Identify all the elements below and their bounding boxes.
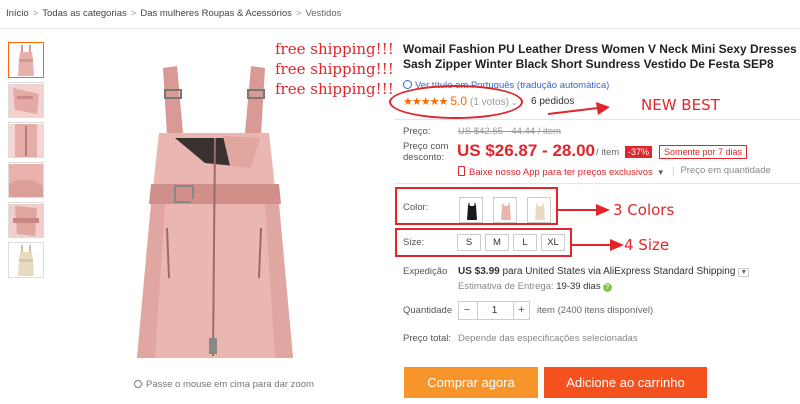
color-label: Color:	[403, 202, 429, 213]
app-promo-link[interactable]: Baixe nosso App para ter preços exclusiv…	[458, 165, 665, 178]
delivery-label: Estimativa de Entrega:	[458, 281, 554, 292]
quantity-decrease-button[interactable]: −	[459, 302, 475, 319]
quantity-increase-button[interactable]: +	[513, 302, 529, 319]
breadcrumb-all-categories[interactable]: Todas as categorias	[42, 8, 127, 19]
thumbnail-3[interactable]	[8, 122, 44, 158]
size-option-m[interactable]: M	[485, 234, 509, 251]
delivery-days: 19-39 dias	[556, 281, 601, 292]
phone-icon	[458, 166, 465, 176]
size-option-s[interactable]: S	[457, 234, 481, 251]
bulk-price-link[interactable]: | Preço em quantidade	[672, 165, 771, 176]
globe-icon	[403, 80, 412, 89]
pink-dress-icon	[501, 202, 511, 220]
caret-down-icon: ▼	[656, 168, 665, 177]
pipe-separator: |	[672, 165, 675, 176]
thumbnail-4[interactable]	[8, 162, 44, 198]
breadcrumb-dresses[interactable]: Vestidos	[305, 8, 341, 19]
new-best-annotation: NEW BEST	[641, 96, 720, 114]
breadcrumb: Início > Todas as categorias > Das mulheres …	[6, 8, 341, 22]
help-icon[interactable]: ?	[602, 283, 612, 292]
size-option-xl[interactable]: XL	[541, 234, 565, 251]
dress-zipper-thumbnail-image	[9, 124, 43, 157]
shipping-cost: US $3.99	[458, 266, 500, 277]
discount-price: US $26.87 - 28.00	[457, 141, 595, 160]
product-title: Womail Fashion PU Leather Dress Women V …	[403, 42, 797, 71]
color-swatch-black[interactable]	[459, 197, 483, 223]
discount-price-label-line1: Preço com	[403, 141, 449, 152]
beige-dress-thumbnail-image	[18, 245, 34, 276]
section-divider	[395, 183, 800, 184]
quantity-input[interactable]: 1	[477, 302, 511, 319]
rating-highlight-oval	[389, 85, 523, 119]
shipping-dropdown-icon[interactable]: ▼	[738, 268, 750, 277]
delivery-estimate: Estimativa de Entrega: 19-39 dias?	[458, 281, 612, 292]
colors-arrow	[558, 204, 610, 216]
free-shipping-annotation-2: free shipping!!!	[275, 60, 394, 78]
magnifier-icon	[134, 380, 142, 388]
color-swatch-beige[interactable]	[527, 197, 551, 223]
free-shipping-annotation-3: free shipping!!!	[275, 80, 394, 98]
breadcrumb-separator: >	[130, 8, 137, 19]
add-to-cart-button[interactable]: Adicione ao carrinho	[544, 367, 707, 398]
buy-now-button[interactable]: Comprar agora	[404, 367, 538, 398]
total-price-label: Preço total:	[403, 333, 452, 344]
black-dress-icon	[467, 202, 477, 220]
shipping-info: US $3.99 para United States via AliExpre…	[458, 266, 750, 277]
discount-price-label-line2: desconto:	[403, 152, 445, 163]
shipping-destination: United States via AliExpress Standard Sh…	[525, 266, 736, 277]
thumbnail-6[interactable]	[8, 242, 44, 278]
breadcrumb-divider	[0, 28, 800, 29]
beige-dress-icon	[535, 202, 545, 220]
zoom-hint: Passe o mouse em cima para dar zoom	[134, 379, 314, 390]
discount-badge: -37%	[625, 146, 653, 158]
breadcrumb-separator: >	[32, 8, 39, 19]
colors-annotation: 3 Colors	[613, 201, 675, 219]
per-item-unit: / item	[596, 147, 620, 158]
quantity-stepper: − 1 +	[458, 301, 530, 320]
shipping-label: Expedição	[403, 266, 448, 277]
free-shipping-annotation-1: free shipping!!!	[275, 40, 394, 58]
size-option-l[interactable]: L	[513, 234, 537, 251]
new-best-arrow	[548, 102, 610, 115]
dress-belt-thumbnail-image	[9, 204, 43, 237]
breadcrumb-women-clothing[interactable]: Das mulheres Roupas & Acessórios	[140, 8, 292, 19]
size-label: Size:	[403, 237, 425, 248]
color-swatch-pink[interactable]	[493, 197, 517, 223]
thumbnail-2[interactable]	[8, 82, 44, 118]
total-price-note: Depende das especificações selecionadas	[458, 333, 638, 344]
shipping-to: para	[499, 266, 526, 277]
section-divider	[395, 119, 800, 120]
original-price: US $42.65 - 44.44 / item	[458, 126, 561, 137]
quantity-available: item (2400 itens disponível)	[537, 305, 654, 316]
bulk-price-text: Preço em quantidade	[680, 165, 771, 176]
zoom-hint-text: Passe o mouse em cima para dar zoom	[146, 379, 314, 390]
breadcrumb-home[interactable]: Início	[6, 8, 29, 19]
dress-detail-thumbnail-image	[9, 84, 43, 117]
thumbnail-list	[8, 42, 48, 282]
sizes-annotation: 4 Size	[624, 236, 670, 254]
thumbnail-5[interactable]	[8, 202, 44, 238]
dress-thumbnail-image	[18, 45, 34, 76]
app-promo-text: Baixe nosso App para ter preços exclusiv…	[469, 167, 653, 178]
limited-time-badge: Somente por 7 dias	[659, 145, 748, 159]
sizes-arrow	[572, 239, 624, 251]
quantity-label: Quantidade	[403, 305, 453, 316]
price-label: Preço:	[403, 126, 431, 137]
breadcrumb-separator: >	[295, 8, 302, 19]
dress-texture-thumbnail-image	[9, 164, 43, 197]
thumbnail-1[interactable]	[8, 42, 44, 78]
